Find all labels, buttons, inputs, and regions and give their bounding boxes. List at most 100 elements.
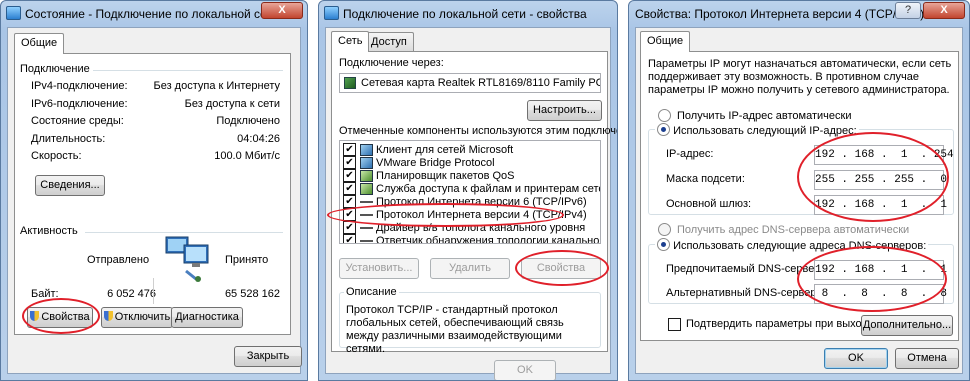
ipv4-value: Без доступа к Интернету (153, 80, 280, 92)
service-icon (360, 170, 373, 182)
connect-via-label: Подключение через: (339, 57, 444, 69)
diagnose-button[interactable]: Диагностика (171, 307, 243, 328)
network-icon (6, 6, 21, 20)
status-window: Состояние - Подключение по локальной сет… (0, 0, 308, 381)
auto-dns-label: Получить адрес DNS-сервера автоматически (677, 224, 910, 236)
component-label: Служба доступа к файлам и принтерам сете… (376, 183, 600, 195)
list-item[interactable]: ✔ Планировщик пакетов QoS (340, 169, 600, 183)
close-button[interactable]: Закрыть (234, 346, 302, 367)
gateway-label: Основной шлюз: (666, 198, 752, 210)
ipv4-window-title: Свойства: Протокол Интернета версии 4 (T… (635, 7, 925, 21)
media-state-label: Состояние среды: (31, 115, 124, 127)
duration-label: Длительность: (31, 133, 106, 145)
adapter-field: Сетевая карта Realtek RTL8169/8110 Famil… (339, 73, 601, 93)
properties-tabpanel: Подключение через: Сетевая карта Realtek… (327, 51, 617, 355)
protocol-icon (360, 227, 373, 231)
auto-ip-radio[interactable] (658, 109, 671, 122)
bytes-sent-value: 6 052 476 (107, 288, 156, 300)
advanced-button[interactable]: Дополнительно... (861, 315, 953, 336)
manual-ip-label: Использовать следующий IP-адрес: (673, 125, 857, 137)
ipv4-body: Общие Параметры IP могут назначаться авт… (635, 27, 963, 374)
ipv4-label: IPv4-подключение: (31, 80, 128, 92)
component-checkbox[interactable]: ✔ (343, 221, 356, 234)
manual-dns-radio[interactable] (657, 238, 670, 251)
list-item[interactable]: ✔ VMware Bridge Protocol (340, 156, 600, 170)
component-label: Ответчик обнаружения топологии канальног… (376, 235, 600, 244)
properties-titlebar[interactable]: Подключение по локальной сети - свойства (319, 1, 617, 27)
validate-label: Подтвердить параметры при выходе (686, 318, 874, 330)
install-button[interactable]: Установить... (339, 258, 419, 279)
auto-dns-radio[interactable] (658, 223, 671, 236)
tab-network[interactable]: Сеть (331, 31, 370, 52)
speed-label: Скорость: (31, 150, 82, 162)
manual-ip-header: Использовать следующий IP-адрес: (655, 123, 859, 137)
component-checkbox[interactable]: ✔ (343, 234, 356, 243)
ipv4-window: Свойства: Протокол Интернета версии 4 (T… (628, 0, 970, 381)
bytes-received-value: 65 528 162 (224, 288, 280, 300)
cancel-button[interactable]: Отмена (895, 348, 959, 369)
components-list[interactable]: ✔ Клиент для сетей Microsoft ✔ VMware Br… (339, 140, 601, 244)
speed-value: 100.0 Мбит/с (214, 150, 280, 162)
component-checkbox[interactable]: ✔ (343, 143, 356, 156)
properties-window-title: Подключение по локальной сети - свойства (343, 7, 587, 21)
connection-header: Подключение (20, 63, 90, 75)
list-item[interactable]: ✔ Ответчик обнаружения топологии канальн… (340, 234, 600, 244)
status-window-title: Состояние - Подключение по локальной сет… (25, 7, 279, 21)
tab-access[interactable]: Доступ (364, 32, 414, 51)
ipv4-titlebar[interactable]: Свойства: Протокол Интернета версии 4 (T… (629, 1, 969, 27)
status-body: Общие Подключение IPv4-подключение: Без … (7, 27, 302, 374)
description-header: Описание (344, 286, 399, 298)
highlight-oval (797, 132, 949, 222)
manual-ip-radio[interactable] (657, 123, 670, 136)
activity-header: Активность (20, 225, 78, 237)
highlight-oval (22, 298, 100, 334)
component-checkbox[interactable]: ✔ (343, 169, 356, 182)
auto-ip-label: Получить IP-адрес автоматически (677, 110, 852, 122)
properties-window: Подключение по локальной сети - свойства… (318, 0, 618, 381)
properties-body: Сеть Доступ Подключение через: Сетевая к… (325, 27, 617, 380)
list-item[interactable]: ✔ Служба доступа к файлам и принтерам се… (340, 182, 600, 196)
network-icon (324, 6, 339, 20)
shield-icon (103, 311, 113, 321)
list-item[interactable]: ✔ Клиент для сетей Microsoft (340, 143, 600, 157)
duration-value: 04:04:26 (237, 133, 280, 145)
details-button[interactable]: Сведения... (35, 175, 105, 196)
ok-button[interactable]: OK (494, 360, 556, 380)
ok-button[interactable]: OK (824, 348, 888, 369)
validate-checkbox[interactable] (668, 318, 681, 331)
tab-general[interactable]: Общие (640, 31, 691, 52)
protocol-icon (360, 157, 373, 169)
component-checkbox[interactable]: ✔ (343, 195, 356, 208)
configure-button[interactable]: Настроить... (527, 100, 602, 121)
protocol-icon (360, 201, 373, 205)
highlight-oval (515, 250, 609, 286)
received-label: Принято (225, 254, 269, 266)
description-text: Протокол TCP/IP - стандартный протокол г… (346, 304, 564, 355)
adapter-name: Сетевая карта Realtek RTL8169/8110 Famil… (361, 77, 600, 89)
close-icon[interactable]: X (923, 2, 965, 19)
ip-address-label: IP-адрес: (666, 148, 714, 160)
protocol-icon (360, 240, 373, 243)
ipv6-value: Без доступа к сети (184, 98, 280, 110)
subnet-mask-label: Маска подсети: (666, 173, 745, 185)
component-checkbox[interactable]: ✔ (343, 182, 356, 195)
ipv6-label: IPv6-подключение: (31, 98, 128, 110)
adapter-icon (344, 77, 356, 89)
close-icon[interactable]: X (261, 2, 303, 19)
component-label: VMware Bridge Protocol (376, 157, 495, 169)
tab-general[interactable]: Общие (14, 33, 65, 54)
remove-button[interactable]: Удалить (430, 258, 510, 279)
status-tabpanel: Подключение IPv4-подключение: Без доступ… (14, 53, 291, 335)
component-checkbox[interactable]: ✔ (343, 156, 356, 169)
disable-button[interactable]: Отключить (101, 307, 173, 328)
highlight-oval (797, 246, 947, 312)
service-icon (360, 183, 373, 195)
client-icon (360, 144, 373, 156)
alternate-dns-label: Альтернативный DNS-сервер: (666, 287, 820, 299)
media-state-value: Подключено (216, 115, 280, 127)
help-icon[interactable]: ? (895, 2, 921, 19)
status-titlebar[interactable]: Состояние - Подключение по локальной сет… (1, 1, 307, 27)
component-label: Планировщик пакетов QoS (376, 170, 515, 182)
highlight-oval (327, 203, 564, 227)
component-label: Клиент для сетей Microsoft (376, 144, 514, 156)
